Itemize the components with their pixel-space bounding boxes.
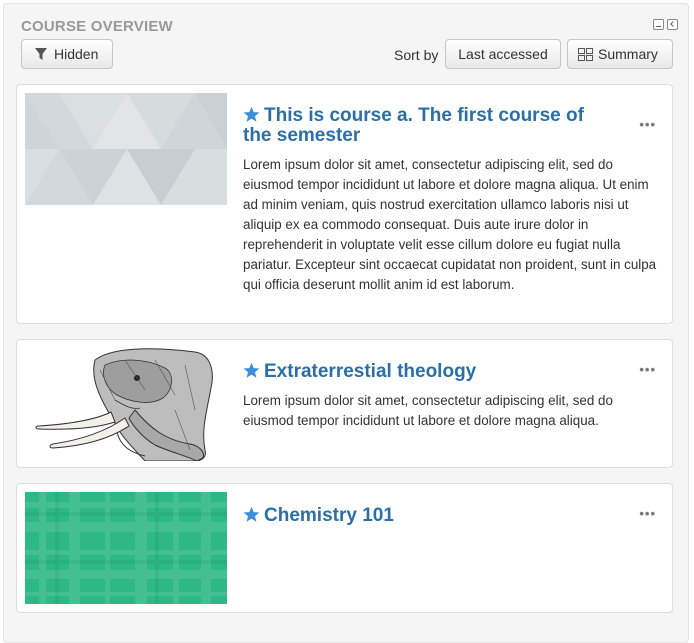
filter-button-label: Hidden bbox=[54, 46, 99, 62]
dock-icon[interactable] bbox=[667, 19, 678, 30]
triangle-pattern-image bbox=[25, 93, 227, 205]
sort-select-label: Last accessed bbox=[458, 46, 548, 62]
view-mode-label: Summary bbox=[598, 46, 658, 62]
course-image[interactable] bbox=[25, 492, 227, 604]
course-menu-icon[interactable]: ••• bbox=[639, 117, 656, 132]
plaid-pattern-image bbox=[25, 492, 227, 604]
course-summary: Lorem ipsum dolor sit amet, consectetur … bbox=[243, 393, 613, 428]
course-title: Extraterrestial theology bbox=[264, 361, 477, 382]
block-title: COURSE OVERVIEW bbox=[21, 18, 173, 35]
course-card: This is course a. The first course of th… bbox=[16, 84, 673, 324]
course-title: This is course a. The first course of th… bbox=[243, 105, 584, 146]
course-summary: Lorem ipsum dolor sit amet, consectetur … bbox=[243, 157, 657, 292]
elephant-image bbox=[25, 340, 227, 461]
block-controls bbox=[653, 19, 678, 30]
course-menu-icon[interactable]: ••• bbox=[639, 362, 656, 377]
filter-button[interactable]: Hidden bbox=[21, 39, 113, 69]
star-icon[interactable] bbox=[243, 506, 260, 523]
course-image[interactable] bbox=[25, 340, 227, 461]
star-icon[interactable] bbox=[243, 362, 260, 379]
sort-by-label: Sort by bbox=[394, 47, 439, 63]
course-card: Extraterrestial theology ••• Lorem ipsum… bbox=[16, 339, 673, 468]
course-title-link[interactable]: Chemistry 101 bbox=[243, 506, 613, 526]
course-title: Chemistry 101 bbox=[264, 505, 394, 526]
course-image[interactable] bbox=[25, 93, 227, 205]
course-title-link[interactable]: This is course a. The first course of th… bbox=[243, 106, 613, 146]
grid-icon bbox=[578, 47, 593, 61]
course-card: Chemistry 101 ••• bbox=[16, 483, 673, 613]
star-icon[interactable] bbox=[243, 106, 260, 123]
minimize-icon[interactable] bbox=[653, 19, 664, 30]
course-title-link[interactable]: Extraterrestial theology bbox=[243, 362, 613, 382]
course-menu-icon[interactable]: ••• bbox=[639, 506, 656, 521]
view-mode-button[interactable]: Summary bbox=[567, 39, 673, 69]
filter-icon bbox=[35, 48, 47, 60]
sort-select-button[interactable]: Last accessed bbox=[445, 39, 561, 69]
